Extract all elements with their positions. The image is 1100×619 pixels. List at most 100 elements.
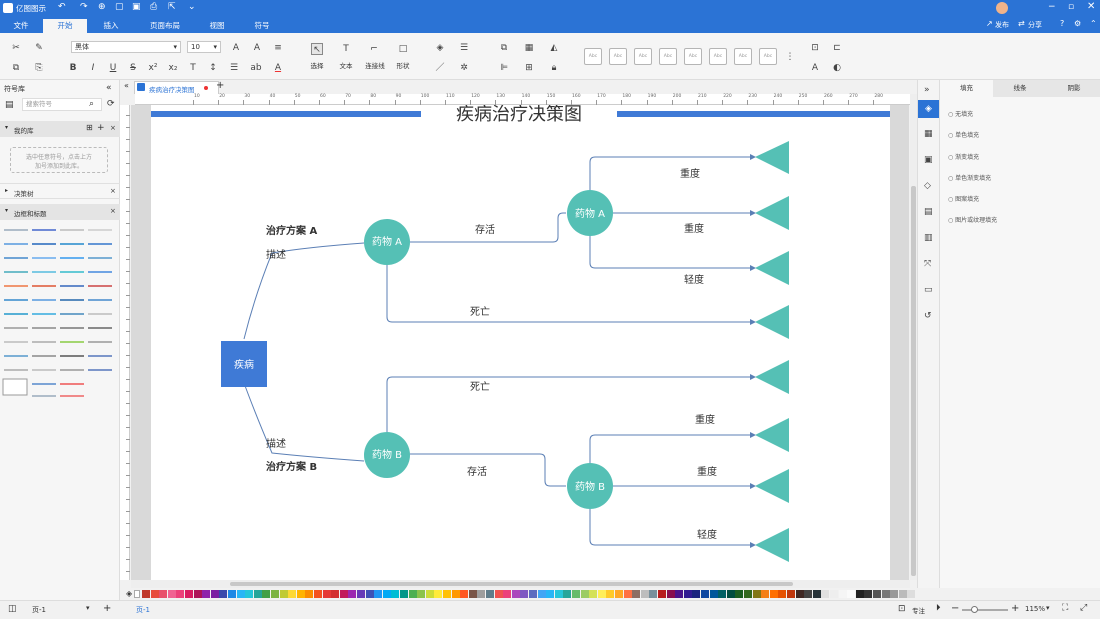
- survive-a-label[interactable]: 存活: [475, 223, 495, 236]
- cut-icon[interactable]: ✂: [10, 42, 22, 54]
- history-icon[interactable]: ↺: [924, 311, 932, 321]
- style-preset-5[interactable]: Abc: [684, 48, 702, 65]
- color-swatch[interactable]: [881, 590, 890, 598]
- color-swatch[interactable]: [692, 590, 701, 598]
- color-swatch[interactable]: [486, 590, 494, 598]
- color-swatch[interactable]: [563, 590, 572, 598]
- color-swatch[interactable]: [855, 590, 864, 598]
- image-icon[interactable]: ▣: [924, 155, 933, 165]
- color-swatch[interactable]: [494, 590, 503, 598]
- color-swatch[interactable]: [675, 590, 684, 598]
- color-swatch[interactable]: [210, 590, 219, 598]
- color-swatch[interactable]: [253, 590, 262, 598]
- lock-icon[interactable]: 🔒︎: [548, 62, 560, 74]
- undo-icon[interactable]: ↶: [58, 2, 66, 12]
- print-icon[interactable]: ⎙: [150, 2, 157, 12]
- color-swatch[interactable]: [718, 590, 727, 598]
- increase-font-icon[interactable]: A: [230, 42, 242, 54]
- color-swatch[interactable]: [640, 590, 649, 598]
- line-color-icon[interactable]: ／: [434, 62, 446, 74]
- search-icon[interactable]: ⌕: [89, 99, 94, 109]
- color-swatch[interactable]: [176, 590, 185, 598]
- size-icon[interactable]: ⊞: [523, 62, 535, 74]
- outcome-triangle-7[interactable]: [755, 469, 789, 503]
- color-swatch[interactable]: [683, 590, 692, 598]
- format-icon[interactable]: A: [809, 62, 821, 74]
- publish-icon[interactable]: ↗: [986, 19, 993, 28]
- layers-icon[interactable]: ◇: [924, 181, 931, 191]
- font-size-select[interactable]: 10 ▾: [187, 41, 221, 53]
- fill-option-gradient[interactable]: ○ 渐变填充: [948, 152, 979, 161]
- add-icon[interactable]: +: [97, 123, 105, 133]
- color-swatch[interactable]: [503, 590, 512, 598]
- border-symbols-grid[interactable]: [0, 224, 120, 424]
- color-swatch[interactable]: [271, 590, 279, 598]
- decrease-font-icon[interactable]: A: [251, 42, 263, 54]
- page-select[interactable]: 页-1: [32, 605, 46, 615]
- color-swatch[interactable]: [537, 590, 546, 598]
- color-swatch[interactable]: [787, 590, 795, 598]
- color-swatch[interactable]: [666, 590, 675, 598]
- share-button[interactable]: 分享: [1028, 20, 1042, 30]
- color-swatch[interactable]: [357, 590, 365, 598]
- outcome-triangle-3[interactable]: [755, 251, 789, 285]
- collapse-ribbon-icon[interactable]: ⌃: [1090, 19, 1097, 28]
- library-menu-icon[interactable]: ▤: [5, 100, 14, 110]
- color-swatch[interactable]: [460, 590, 469, 598]
- shape-tool-label[interactable]: 形状: [391, 60, 415, 70]
- color-swatch[interactable]: [202, 590, 211, 598]
- color-swatch[interactable]: [425, 590, 434, 598]
- color-swatch[interactable]: [529, 590, 537, 598]
- color-swatch[interactable]: [761, 590, 770, 598]
- collapse-panel-icon[interactable]: «: [106, 83, 112, 93]
- close-section-icon[interactable]: ×: [110, 187, 116, 195]
- tab-shadow[interactable]: 阴影: [1047, 80, 1100, 97]
- fill-option-none[interactable]: ○ 无填充: [948, 109, 973, 118]
- color-swatch[interactable]: [623, 590, 632, 598]
- menu-home[interactable]: 开始: [43, 19, 87, 33]
- color-swatch[interactable]: [898, 590, 907, 598]
- connector-tool-label[interactable]: 连接线: [360, 60, 390, 70]
- format-painter-icon[interactable]: ✎: [33, 42, 45, 54]
- save-icon[interactable]: ▣: [132, 2, 141, 12]
- color-swatch[interactable]: [769, 590, 778, 598]
- vertical-scrollbar-thumb[interactable]: [911, 186, 916, 576]
- color-swatch[interactable]: [546, 590, 555, 598]
- menu-view[interactable]: 视图: [195, 19, 239, 33]
- color-swatch[interactable]: [847, 590, 856, 598]
- outcome-triangle-5[interactable]: [755, 360, 789, 394]
- horizontal-scrollbar-thumb[interactable]: [230, 582, 793, 586]
- connector-tool-icon[interactable]: ⌐: [368, 43, 380, 55]
- style-preset-8[interactable]: Abc: [759, 48, 777, 65]
- style-preset-3[interactable]: Abc: [634, 48, 652, 65]
- zoom-level[interactable]: 115%: [1025, 605, 1045, 613]
- color-swatch[interactable]: [296, 590, 305, 598]
- color-swatch[interactable]: [322, 590, 331, 598]
- menu-insert[interactable]: 插入: [88, 19, 134, 33]
- desc-a-label[interactable]: 描述: [266, 248, 286, 261]
- color-swatch[interactable]: [580, 590, 589, 598]
- superscript-icon[interactable]: x²: [147, 62, 159, 74]
- minimize-icon[interactable]: −: [1048, 2, 1056, 12]
- clear-format-icon[interactable]: T: [187, 62, 199, 74]
- tab-fill[interactable]: 填充: [940, 80, 993, 97]
- font-family-select[interactable]: 黑体 ▾: [71, 41, 181, 53]
- color-swatch[interactable]: [288, 590, 297, 598]
- publish-button[interactable]: 发布: [995, 20, 1009, 30]
- color-swatch[interactable]: [778, 590, 787, 598]
- fill-option-single-gradient[interactable]: ○ 单色渐变填充: [948, 173, 991, 182]
- color-swatch[interactable]: [520, 590, 529, 598]
- redo-icon[interactable]: ↷: [80, 2, 88, 12]
- style-preset-7[interactable]: Abc: [734, 48, 752, 65]
- effects-icon[interactable]: ✲: [458, 62, 470, 74]
- style-scroll-icon[interactable]: ⋮: [784, 51, 796, 63]
- color-swatch[interactable]: [830, 590, 838, 598]
- fill-bucket-icon[interactable]: ◈: [126, 589, 132, 598]
- crop-icon[interactable]: ⊏: [831, 42, 843, 54]
- severe-a1-label[interactable]: 重度: [680, 167, 700, 180]
- zoom-in-icon[interactable]: +: [1011, 603, 1019, 614]
- mild-a-label[interactable]: 轻度: [684, 273, 704, 286]
- color-swatch[interactable]: [658, 590, 666, 598]
- color-swatch[interactable]: [228, 590, 236, 598]
- connector-a-mild[interactable]: [589, 236, 756, 271]
